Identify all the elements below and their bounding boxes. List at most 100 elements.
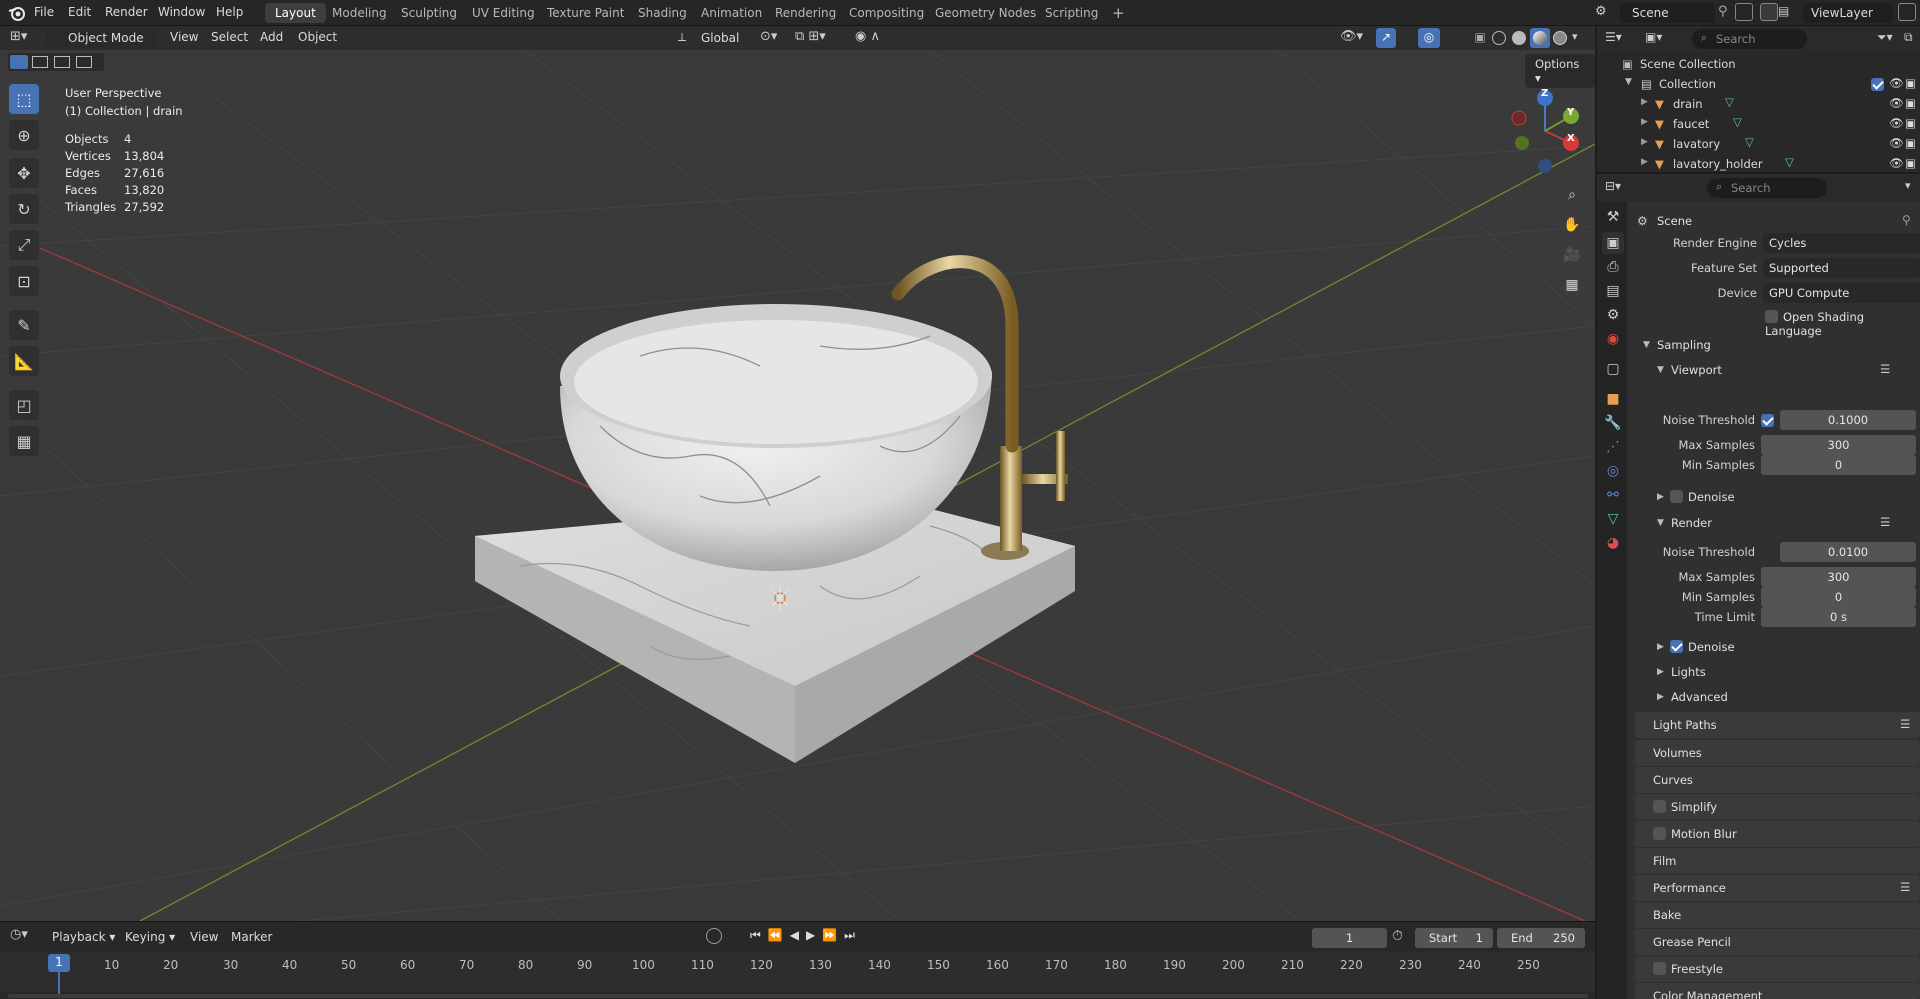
outliner-editor-icon[interactable]: ☰▾ [1605,30,1622,44]
collection-tab-icon[interactable]: ▢ [1602,358,1624,380]
new-view-layer-icon[interactable] [1898,3,1916,21]
select-intersect-icon[interactable] [76,56,92,68]
rotate-tool-icon[interactable]: ↻ [9,194,39,224]
pan-hand-icon[interactable]: ✋ [1559,212,1585,238]
tab-sculpting[interactable]: Sculpting [391,3,467,23]
sampling-panel-header[interactable]: Sampling [1657,338,1711,352]
vp-min-samples-field[interactable]: 0 [1761,455,1916,475]
add-workspace-button[interactable]: + [1102,1,1135,22]
expand-arrow-icon[interactable]: ▶ [1657,642,1664,652]
timeline-scrollbar[interactable] [8,994,1588,998]
overlays-toggle-icon[interactable]: ◎ [1418,28,1440,48]
simplify-panel[interactable]: Simplify [1635,794,1920,820]
render-engine-dropdown[interactable]: Cycles [1763,233,1920,253]
navigation-gizmo[interactable] [1505,86,1585,176]
tab-rendering[interactable]: Rendering [765,3,846,23]
rendered-shading-icon[interactable] [1553,31,1567,45]
transform-tool-icon[interactable]: ⊡ [9,266,39,296]
tab-geometry-nodes[interactable]: Geometry Nodes [925,3,1046,23]
render-time-limit-field[interactable]: 0 s [1761,607,1916,627]
eye-icon[interactable]: 👁 [1889,156,1904,170]
presets-list-icon[interactable]: ☰ [1900,717,1910,731]
modifier-tab-icon[interactable]: 🔧 [1602,412,1624,434]
expand-arrow-icon[interactable]: ▼ [1643,340,1650,350]
view-layer-selector[interactable]: ViewLayer [1803,3,1893,23]
osl-checkbox[interactable]: Open Shading Language [1765,310,1920,338]
performance-panel[interactable]: Performance ☰ [1635,875,1920,901]
filter-icon[interactable]: ⏷▾ [1877,30,1893,45]
display-mode-icon[interactable]: ▣▾ [1645,30,1662,44]
render-max-samples-field[interactable]: 300 [1761,567,1916,587]
outliner-search-input[interactable]: Search [1692,29,1807,49]
menu-render[interactable]: Render [105,5,148,19]
ortho-grid-icon[interactable]: ▦ [1559,272,1585,298]
lights-subpanel-header[interactable]: Lights [1671,665,1706,679]
render-tab-icon[interactable]: ▣ [1602,232,1624,254]
orientation-selector[interactable]: Global [693,28,753,48]
clock-editor-icon[interactable]: ◷▾ [10,927,28,942]
tab-layout[interactable]: Layout [265,3,326,23]
expand-arrow-icon[interactable]: ▶ [1641,137,1648,147]
device-dropdown[interactable]: GPU Compute [1763,283,1920,303]
particles-tab-icon[interactable]: ⋰ [1602,436,1624,458]
wireframe-shading-icon[interactable] [1492,31,1506,45]
feature-set-dropdown[interactable]: Supported [1763,258,1920,278]
vp-max-samples-field[interactable]: 300 [1761,435,1916,455]
world-tab-icon[interactable]: ◉ [1602,328,1624,350]
tab-compositing[interactable]: Compositing [839,3,934,23]
zoom-icon[interactable]: ⌕ [1559,182,1585,208]
volumes-panel[interactable]: Volumes [1635,740,1920,766]
checkbox[interactable] [1653,827,1666,840]
cursor-tool-icon[interactable]: ⊕ [9,120,39,150]
scale-tool-icon[interactable]: ⤢ [9,230,39,260]
visibility-icon[interactable]: 👁▾ [1340,29,1363,44]
render-subpanel-header[interactable]: Render [1671,516,1712,530]
pin-icon[interactable]: ⚲ [1718,4,1728,19]
camera-render-icon[interactable]: ▣ [1905,96,1916,110]
3d-viewport[interactable]: ⊞▾ Object Mode View Select Add Object ⟂ … [0,26,1595,921]
tab-modeling[interactable]: Modeling [322,3,397,23]
solid-shading-icon[interactable] [1512,31,1526,45]
expand-arrow-icon[interactable]: ▶ [1641,117,1648,127]
scene-canvas[interactable] [0,26,1595,921]
expand-arrow-icon[interactable]: ▶ [1641,97,1648,107]
checkbox[interactable] [1653,962,1666,975]
properties-editor-icon[interactable]: ⊟▾ [1605,179,1621,193]
eye-icon[interactable]: 👁 [1889,116,1904,130]
tab-uv-editing[interactable]: UV Editing [462,3,545,23]
advanced-subpanel-header[interactable]: Advanced [1671,690,1728,704]
vp-denoise-checkbox[interactable]: Denoise [1670,490,1735,504]
select-new-icon[interactable] [10,55,28,69]
material-preview-icon[interactable] [1530,28,1550,48]
render-denoise-checkbox[interactable]: Denoise [1670,640,1735,654]
expand-arrow-icon[interactable]: ▶ [1657,492,1664,502]
menu-playback[interactable]: Playback ▾ [52,930,115,944]
checkbox[interactable] [1670,490,1683,503]
outliner-object-faucet[interactable]: ▶ ▼ faucet ▽ 👁 ▣ [1597,114,1920,134]
curves-panel[interactable]: Curves [1635,767,1920,793]
expand-arrow-icon[interactable]: ▼ [1625,77,1632,87]
render-min-samples-field[interactable]: 0 [1761,587,1916,607]
mesh-data-tab-icon[interactable]: ▽ [1602,508,1624,530]
tab-scripting[interactable]: Scripting [1035,3,1108,23]
tab-animation[interactable]: Animation [691,3,772,23]
scene-tab-icon[interactable]: ⚙ [1602,304,1624,326]
snap-icon[interactable]: ⧉ ⊞▾ [795,29,826,44]
outliner-object-lavatory[interactable]: ▶ ▼ lavatory ▽ 👁 ▣ [1597,134,1920,154]
select-mode-buttons[interactable] [8,53,104,71]
checkbox[interactable] [1653,800,1666,813]
noise-threshold-checkbox[interactable] [1761,414,1774,427]
checkbox[interactable] [1670,640,1683,653]
pin-icon[interactable]: ⚲ [1902,213,1911,227]
menu-timeline-view[interactable]: View [190,930,218,944]
current-frame-field[interactable]: 1 [1312,928,1387,948]
color-management-panel[interactable]: Color Management [1635,983,1920,999]
camera-render-icon[interactable]: ▣ [1905,136,1916,150]
properties-search-input[interactable]: Search [1707,178,1827,198]
measure-tool-icon[interactable]: 📐 [9,346,39,376]
presets-list-icon[interactable]: ☰ [1880,362,1890,376]
select-extend-icon[interactable] [32,56,48,68]
film-panel[interactable]: Film [1635,848,1920,874]
outliner-object-lavatory-holder[interactable]: ▶ ▼ lavatory_holder ▽ 👁 ▣ [1597,154,1920,174]
expand-arrow-icon[interactable]: ▶ [1657,692,1664,702]
